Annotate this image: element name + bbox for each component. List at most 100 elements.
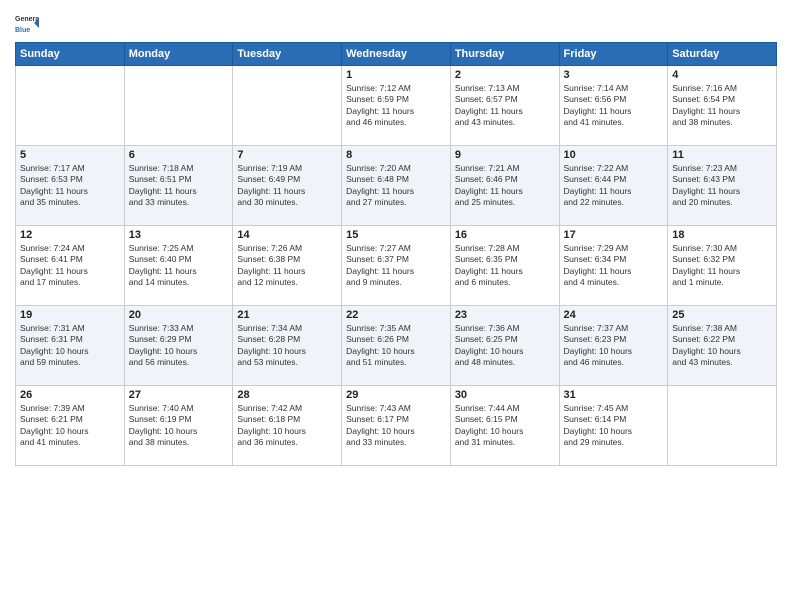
day-info: Sunrise: 7:23 AM Sunset: 6:43 PM Dayligh…: [672, 163, 772, 209]
calendar-cell: 17Sunrise: 7:29 AM Sunset: 6:34 PM Dayli…: [559, 226, 668, 306]
col-saturday: Saturday: [668, 43, 777, 66]
day-number: 31: [564, 389, 664, 401]
day-number: 29: [346, 389, 446, 401]
calendar-cell: 14Sunrise: 7:26 AM Sunset: 6:38 PM Dayli…: [233, 226, 342, 306]
calendar-week-4: 19Sunrise: 7:31 AM Sunset: 6:31 PM Dayli…: [16, 306, 777, 386]
day-info: Sunrise: 7:16 AM Sunset: 6:54 PM Dayligh…: [672, 83, 772, 129]
calendar-cell: 8 Sunrise: 7:20 AM Sunset: 6:48 PM Daylig…: [342, 146, 451, 226]
day-number: 24: [564, 309, 664, 321]
calendar-cell: 18 Sunrise: 7:30 AM Sunset: 6:32 PM Dayli…: [668, 226, 777, 306]
day-number: 7: [237, 149, 337, 161]
day-number: 10: [564, 149, 664, 161]
day-info: Sunrise: 7:39 AM Sunset: 6:21 PM Dayligh…: [20, 403, 120, 449]
day-number: 4: [672, 69, 772, 81]
day-number: 28: [237, 389, 337, 401]
day-info: Sunrise: 7:19 AM Sunset: 6:49 PM Dayligh…: [237, 163, 337, 209]
calendar-cell: 6 Sunrise: 7:18 AM Sunset: 6:51 PM Daylig…: [124, 146, 233, 226]
calendar-cell: 16 Sunrise: 7:28 AM Sunset: 6:35 PM Dayli…: [450, 226, 559, 306]
logo-icon: General Blue: [15, 10, 39, 34]
calendar-cell: 22Sunrise: 7:35 AM Sunset: 6:26 PM Dayli…: [342, 306, 451, 386]
calendar-cell: 4 Sunrise: 7:16 AM Sunset: 6:54 PM Daylig…: [668, 66, 777, 146]
day-info: Sunrise: 7:34 AM Sunset: 6:28 PM Dayligh…: [237, 323, 337, 369]
day-number: 16: [455, 229, 555, 241]
calendar-cell: 15 Sunrise: 7:27 AM Sunset: 6:37 PM Dayli…: [342, 226, 451, 306]
calendar-cell: 9 Sunrise: 7:21 AM Sunset: 6:46 PM Daylig…: [450, 146, 559, 226]
day-number: 14: [237, 229, 337, 241]
day-number: 20: [129, 309, 229, 321]
calendar-cell: 24 Sunrise: 7:37 AM Sunset: 6:23 PM Dayli…: [559, 306, 668, 386]
calendar-cell: 26 Sunrise: 7:39 AM Sunset: 6:21 PM Dayli…: [16, 386, 125, 466]
day-info: Sunrise: 7:36 AM Sunset: 6:25 PM Dayligh…: [455, 323, 555, 369]
calendar-cell: 28 Sunrise: 7:42 AM Sunset: 6:18 PM Dayli…: [233, 386, 342, 466]
day-info: Sunrise: 7:17 AM Sunset: 6:53 PM Dayligh…: [20, 163, 120, 209]
day-info: Sunrise: 7:40 AM Sunset: 6:19 PM Dayligh…: [129, 403, 229, 449]
calendar-cell: [124, 66, 233, 146]
col-wednesday: Wednesday: [342, 43, 451, 66]
day-number: 26: [20, 389, 120, 401]
calendar-cell: [233, 66, 342, 146]
day-info: Sunrise: 7:22 AM Sunset: 6:44 PM Dayligh…: [564, 163, 664, 209]
calendar-cell: 12 Sunrise: 7:24 AM Sunset: 6:41 PM Dayli…: [16, 226, 125, 306]
day-number: 13: [129, 229, 229, 241]
day-info: Sunrise: 7:38 AM Sunset: 6:22 PM Dayligh…: [672, 323, 772, 369]
header: General Blue: [15, 10, 777, 34]
day-info: Sunrise: 7:28 AM Sunset: 6:35 PM Dayligh…: [455, 243, 555, 289]
day-number: 6: [129, 149, 229, 161]
calendar-cell: 23 Sunrise: 7:36 AM Sunset: 6:25 PM Dayli…: [450, 306, 559, 386]
day-info: Sunrise: 7:13 AM Sunset: 6:57 PM Dayligh…: [455, 83, 555, 129]
calendar-cell: 7 Sunrise: 7:19 AM Sunset: 6:49 PM Daylig…: [233, 146, 342, 226]
calendar-cell: 13 Sunrise: 7:25 AM Sunset: 6:40 PM Dayli…: [124, 226, 233, 306]
day-number: 2: [455, 69, 555, 81]
day-number: 25: [672, 309, 772, 321]
day-info: Sunrise: 7:30 AM Sunset: 6:32 PM Dayligh…: [672, 243, 772, 289]
day-number: 9: [455, 149, 555, 161]
calendar-cell: 11Sunrise: 7:23 AM Sunset: 6:43 PM Dayli…: [668, 146, 777, 226]
day-info: Sunrise: 7:24 AM Sunset: 6:41 PM Dayligh…: [20, 243, 120, 289]
calendar-week-3: 12 Sunrise: 7:24 AM Sunset: 6:41 PM Dayli…: [16, 226, 777, 306]
calendar-cell: 21 Sunrise: 7:34 AM Sunset: 6:28 PM Dayli…: [233, 306, 342, 386]
calendar-cell: [668, 386, 777, 466]
calendar-cell: 29 Sunrise: 7:43 AM Sunset: 6:17 PM Dayli…: [342, 386, 451, 466]
day-number: 17: [564, 229, 664, 241]
day-number: 19: [20, 309, 120, 321]
day-info: Sunrise: 7:25 AM Sunset: 6:40 PM Dayligh…: [129, 243, 229, 289]
day-info: Sunrise: 7:21 AM Sunset: 6:46 PM Dayligh…: [455, 163, 555, 209]
calendar-cell: 19Sunrise: 7:31 AM Sunset: 6:31 PM Dayli…: [16, 306, 125, 386]
day-info: Sunrise: 7:37 AM Sunset: 6:23 PM Dayligh…: [564, 323, 664, 369]
calendar-table: Sunday Monday Tuesday Wednesday Thursday…: [15, 42, 777, 466]
col-friday: Friday: [559, 43, 668, 66]
day-number: 12: [20, 229, 120, 241]
day-number: 3: [564, 69, 664, 81]
day-number: 8: [346, 149, 446, 161]
calendar-cell: 5 Sunrise: 7:17 AM Sunset: 6:53 PM Daylig…: [16, 146, 125, 226]
calendar-header-row: Sunday Monday Tuesday Wednesday Thursday…: [16, 43, 777, 66]
day-info: Sunrise: 7:14 AM Sunset: 6:56 PM Dayligh…: [564, 83, 664, 129]
day-number: 21: [237, 309, 337, 321]
day-info: Sunrise: 7:18 AM Sunset: 6:51 PM Dayligh…: [129, 163, 229, 209]
calendar-week-2: 5 Sunrise: 7:17 AM Sunset: 6:53 PM Daylig…: [16, 146, 777, 226]
day-info: Sunrise: 7:35 AM Sunset: 6:26 PM Dayligh…: [346, 323, 446, 369]
calendar-week-5: 26 Sunrise: 7:39 AM Sunset: 6:21 PM Dayli…: [16, 386, 777, 466]
day-number: 18: [672, 229, 772, 241]
day-info: Sunrise: 7:42 AM Sunset: 6:18 PM Dayligh…: [237, 403, 337, 449]
col-sunday: Sunday: [16, 43, 125, 66]
calendar-cell: 20Sunrise: 7:33 AM Sunset: 6:29 PM Dayli…: [124, 306, 233, 386]
day-number: 27: [129, 389, 229, 401]
day-number: 15: [346, 229, 446, 241]
day-info: Sunrise: 7:45 AM Sunset: 6:14 PM Dayligh…: [564, 403, 664, 449]
day-info: Sunrise: 7:27 AM Sunset: 6:37 PM Dayligh…: [346, 243, 446, 289]
calendar-cell: 31 Sunrise: 7:45 AM Sunset: 6:14 PM Dayli…: [559, 386, 668, 466]
day-number: 5: [20, 149, 120, 161]
day-number: 30: [455, 389, 555, 401]
calendar-week-1: 1Sunrise: 7:12 AM Sunset: 6:59 PM Daylig…: [16, 66, 777, 146]
day-number: 23: [455, 309, 555, 321]
calendar-cell: 2 Sunrise: 7:13 AM Sunset: 6:57 PM Daylig…: [450, 66, 559, 146]
col-monday: Monday: [124, 43, 233, 66]
day-info: Sunrise: 7:44 AM Sunset: 6:15 PM Dayligh…: [455, 403, 555, 449]
calendar-cell: 27 Sunrise: 7:40 AM Sunset: 6:19 PM Dayli…: [124, 386, 233, 466]
day-info: Sunrise: 7:20 AM Sunset: 6:48 PM Dayligh…: [346, 163, 446, 209]
calendar-cell: [16, 66, 125, 146]
svg-text:Blue: Blue: [15, 27, 30, 34]
day-info: Sunrise: 7:43 AM Sunset: 6:17 PM Dayligh…: [346, 403, 446, 449]
logo: General Blue: [15, 10, 39, 34]
